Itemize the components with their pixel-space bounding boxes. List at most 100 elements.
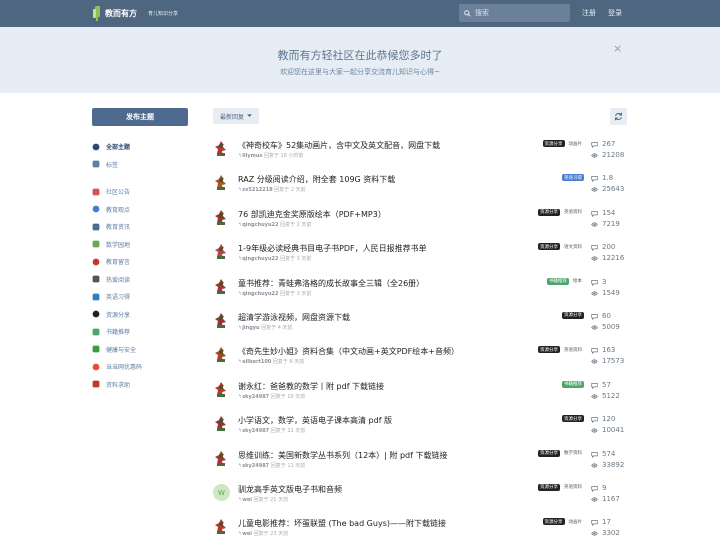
- avatar[interactable]: [213, 174, 230, 191]
- comment-icon: [591, 417, 598, 424]
- avatar[interactable]: [213, 243, 230, 260]
- tag-badge[interactable]: 资源分享: [542, 518, 565, 526]
- tag-badge[interactable]: 语文资料: [562, 243, 584, 250]
- topic-title[interactable]: RAZ 分级阅读介绍，附全套 109G 资料下载: [238, 174, 395, 185]
- topic-user[interactable]: eilbert100: [242, 359, 271, 365]
- topic-title[interactable]: 1-9年级必读经典书目电子书PDF，人民日报推荐书单: [238, 243, 427, 254]
- tag-badge[interactable]: 资源分享: [562, 311, 584, 319]
- tag-badge[interactable]: 书籍推荐: [547, 277, 569, 285]
- topic-title[interactable]: 童书推荐：青蛙弗洛格的成长故事全三辑（全26册）: [238, 278, 424, 289]
- category-icon: [92, 345, 100, 353]
- topic-row[interactable]: 儿童电影推荐：坏蛋联盟 (The bad Guys)——附下载链接 ↰wei 回复…: [213, 515, 633, 549]
- topic-title[interactable]: 驯龙高手英文版电子书和音频: [238, 484, 342, 495]
- topic-user[interactable]: jingyu: [242, 325, 259, 331]
- tag-badge[interactable]: 绘本: [571, 278, 584, 285]
- sidebar-item-4[interactable]: 教育资讯: [92, 218, 192, 236]
- tag-badge[interactable]: 资源分享: [538, 243, 560, 251]
- avatar[interactable]: [213, 450, 230, 467]
- sidebar-item-2[interactable]: 社区公告: [92, 183, 192, 201]
- sidebar-item-6[interactable]: 教育留言: [92, 253, 192, 271]
- topic-user[interactable]: qingchuyu22: [242, 256, 278, 262]
- topic-title[interactable]: 小学语文，数学，英语电子课本高清 pdf 版: [238, 415, 392, 426]
- tag-badge[interactable]: 数学资料: [562, 450, 584, 457]
- login-link[interactable]: 登录: [608, 8, 622, 18]
- topic-row[interactable]: 谢永红：爸爸教的数学丨附 pdf 下载链接 ↰sky24987 回复于 10 天前…: [213, 378, 633, 412]
- topic-time: 回复于 2 天前: [280, 221, 312, 228]
- search-input[interactable]: [475, 9, 565, 17]
- sidebar-item-7[interactable]: 热爱阅读: [92, 271, 192, 289]
- sidebar-item-11[interactable]: 健康与安全: [92, 341, 192, 359]
- site-logo[interactable]: 教而有方 育儿知识分享: [93, 5, 178, 22]
- topic-user[interactable]: wei: [242, 531, 252, 537]
- reply-count: 267: [602, 140, 616, 148]
- refresh-button[interactable]: [610, 108, 627, 125]
- search-icon: [464, 9, 471, 17]
- tag-badge[interactable]: 资源分享: [542, 140, 565, 147]
- tag-badge[interactable]: 资源分享: [538, 208, 560, 216]
- tag-badge[interactable]: 资源分享: [538, 449, 560, 457]
- tag-badge[interactable]: 动画片: [567, 140, 585, 147]
- sidebar-item-5[interactable]: 数学园地: [92, 236, 192, 254]
- topic-user[interactable]: sky24987: [242, 463, 269, 469]
- sidebar-item-label: 资源分享: [106, 311, 131, 319]
- avatar[interactable]: [213, 346, 230, 363]
- sidebar-item-12[interactable]: 当当网优惠码: [92, 358, 192, 376]
- avatar[interactable]: [213, 140, 230, 157]
- register-link[interactable]: 注册: [582, 8, 596, 18]
- avatar[interactable]: [213, 381, 230, 398]
- tag-badge[interactable]: 英语资料: [562, 484, 584, 491]
- topic-title[interactable]: 思维训练：美国新数学丛书系列（12本）| 附 pdf 下载链接: [238, 450, 447, 461]
- topic-stats: 574 33892: [591, 449, 624, 471]
- topic-user[interactable]: sky24987: [242, 394, 269, 400]
- avatar[interactable]: [213, 415, 230, 432]
- topic-row[interactable]: RAZ 分级阅读介绍，附全套 109G 资料下载 ↰zx5212218 回复于 2…: [213, 171, 633, 205]
- tag-badge[interactable]: 书籍推荐: [562, 380, 584, 388]
- topic-row[interactable]: 76 部凯迪克金奖原版绘本（PDF+MP3） ↰qingchuyu22 回复于 2…: [213, 206, 633, 240]
- sidebar-item-13[interactable]: 资料求助: [92, 376, 192, 394]
- topic-user[interactable]: qingchuyu22: [242, 291, 278, 297]
- topic-title[interactable]: 谢永红：爸爸教的数学丨附 pdf 下载链接: [238, 381, 384, 392]
- logo-mark-icon: [93, 6, 100, 21]
- tag-badge[interactable]: 资源分享: [538, 483, 560, 491]
- tag-badge[interactable]: 英语资料: [562, 346, 584, 353]
- tag-badge[interactable]: 动画片: [567, 518, 585, 525]
- topic-row[interactable]: 1-9年级必读经典书目电子书PDF，人民日报推荐书单 ↰qingchuyu22 回…: [213, 240, 633, 274]
- topic-title[interactable]: 儿童电影推荐：坏蛋联盟 (The bad Guys)——附下载链接: [238, 518, 446, 529]
- topic-user[interactable]: lilymus: [242, 153, 262, 159]
- avatar[interactable]: [213, 278, 230, 295]
- avatar[interactable]: [213, 312, 230, 329]
- compose-button[interactable]: 发布主题: [92, 108, 188, 126]
- sidebar-item-0[interactable]: 全部主题: [92, 138, 192, 156]
- sidebar-item-9[interactable]: 资源分享: [92, 306, 192, 324]
- topic-meta: ↰jingyu 回复于 4 天前: [238, 324, 293, 331]
- topic-user[interactable]: wei: [242, 497, 252, 503]
- sidebar-item-3[interactable]: 教育观点: [92, 201, 192, 219]
- avatar[interactable]: [213, 518, 230, 535]
- sidebar-item-8[interactable]: 英语习得: [92, 288, 192, 306]
- topic-title[interactable]: 76 部凯迪克金奖原版绘本（PDF+MP3）: [238, 209, 386, 220]
- topic-tags: 资源分享: [562, 311, 584, 319]
- sort-dropdown[interactable]: 最新回复: [213, 108, 259, 124]
- topic-row[interactable]: 童书推荐：青蛙弗洛格的成长故事全三辑（全26册） ↰qingchuyu22 回复于…: [213, 275, 633, 309]
- topic-title[interactable]: 超清学游泳视频，网盘资源下载: [238, 312, 350, 323]
- topic-row[interactable]: 《奇先生妙小姐》资料合集（中文动画+英文PDF绘本+音频） ↰eilbert100…: [213, 343, 633, 377]
- topic-title[interactable]: 《奇先生妙小姐》资料合集（中文动画+英文PDF绘本+音频）: [238, 346, 459, 357]
- topic-row[interactable]: W 驯龙高手英文版电子书和音频 ↰wei 回复于 21 天前 资源分享 英语资料 9 116…: [213, 481, 633, 515]
- topic-title[interactable]: 《神奇校车》52集动画片，含中文及英文配音，网盘下载: [238, 140, 440, 151]
- close-icon[interactable]: ×: [613, 42, 622, 55]
- sidebar-item-10[interactable]: 书籍推荐: [92, 323, 192, 341]
- tag-badge[interactable]: 资源分享: [562, 415, 584, 423]
- sidebar-item-1[interactable]: 标签: [92, 156, 192, 174]
- topic-user[interactable]: qingchuyu22: [242, 222, 278, 228]
- topic-user[interactable]: sky24987: [242, 428, 269, 434]
- avatar[interactable]: [213, 209, 230, 226]
- topic-row[interactable]: 《神奇校车》52集动画片，含中文及英文配音，网盘下载 ↰lilymus 回复于 1…: [213, 137, 633, 171]
- tag-badge[interactable]: 英语资料: [562, 209, 584, 216]
- topic-row[interactable]: 超清学游泳视频，网盘资源下载 ↰jingyu 回复于 4 天前 资源分享 60 5009: [213, 309, 633, 343]
- topic-row[interactable]: 小学语文，数学，英语电子课本高清 pdf 版 ↰sky24987 回复于 11 天…: [213, 412, 633, 446]
- avatar[interactable]: W: [213, 483, 230, 501]
- topic-row[interactable]: 思维训练：美国新数学丛书系列（12本）| 附 pdf 下载链接 ↰sky24987…: [213, 447, 633, 481]
- tag-badge[interactable]: 英语习得: [562, 174, 584, 182]
- tag-badge[interactable]: 资源分享: [538, 346, 560, 354]
- topic-user[interactable]: zx5212218: [242, 187, 273, 193]
